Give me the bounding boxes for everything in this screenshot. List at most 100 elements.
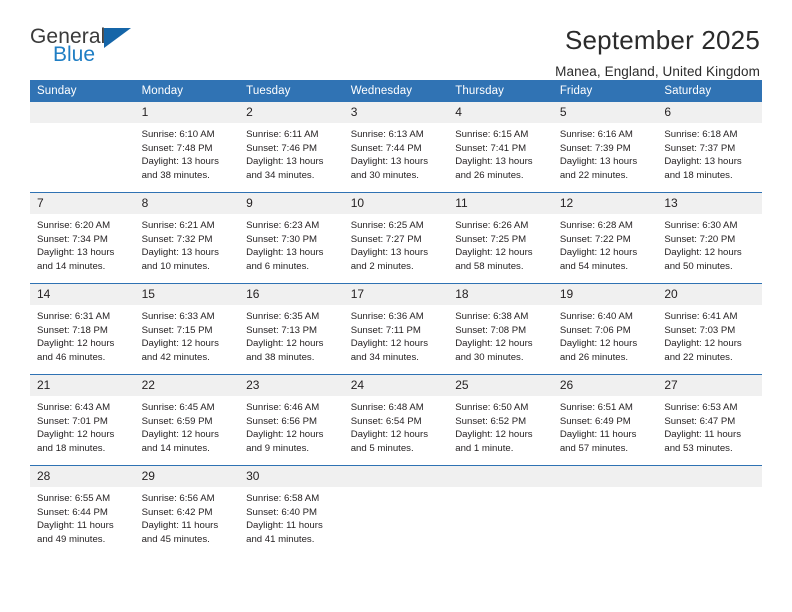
calendar-day-cell[interactable]: 13 Sunrise: 6:30 AM Sunset: 7:20 PM Dayligh… — [657, 192, 762, 284]
day-sun-details: Sunrise: 6:30 AM Sunset: 7:20 PM Daylight:… — [657, 214, 762, 273]
brand-logo[interactable]: General Blue — [30, 26, 142, 76]
weekday-header-monday: Monday — [134, 80, 240, 102]
day-number: 26 — [552, 375, 658, 396]
calendar-day-cell[interactable]: 10 Sunrise: 6:25 AM Sunset: 7:27 PM Dayligh… — [343, 192, 449, 284]
day-detail-line: and 42 minutes. — [141, 351, 210, 363]
calendar-day-cell[interactable]: 23 Sunrise: 6:46 AM Sunset: 6:56 PM Dayligh… — [239, 374, 344, 466]
calendar-day-cell[interactable]: 5 Sunrise: 6:16 AM Sunset: 7:39 PM Daylight… — [552, 102, 658, 193]
calendar-day-cell[interactable]: 6 Sunrise: 6:18 AM Sunset: 7:37 PM Daylight… — [657, 102, 762, 193]
day-detail-line: Sunset: 6:54 PM — [350, 415, 422, 427]
calendar-day-cell[interactable]: 16 Sunrise: 6:35 AM Sunset: 7:13 PM Dayligh… — [239, 283, 344, 375]
day-detail-line: Daylight: 12 hours — [37, 338, 115, 350]
calendar-day-cell[interactable]: 3 Sunrise: 6:13 AM Sunset: 7:44 PM Daylight… — [343, 102, 449, 193]
day-cell-content — [448, 466, 553, 556]
day-cell-content: 12 Sunrise: 6:28 AM Sunset: 7:22 PM Dayligh… — [552, 193, 658, 283]
day-detail-line: Sunrise: 6:38 AM — [455, 311, 529, 322]
day-detail-line: and 22 minutes. — [664, 351, 733, 363]
day-number — [448, 466, 553, 487]
day-detail-line: and 34 minutes. — [246, 169, 315, 181]
day-detail-line: Sunrise: 6:30 AM — [664, 220, 738, 231]
day-detail-line: Sunset: 6:56 PM — [246, 415, 318, 427]
day-number: 30 — [239, 466, 344, 487]
day-cell-content — [657, 466, 762, 556]
day-detail-line: Sunrise: 6:13 AM — [350, 129, 424, 140]
calendar-day-cell[interactable]: 26 Sunrise: 6:51 AM Sunset: 6:49 PM Dayligh… — [552, 374, 658, 466]
day-detail-line: Sunset: 7:15 PM — [141, 324, 213, 336]
day-detail-line: Daylight: 12 hours — [664, 338, 742, 350]
calendar-day-cell[interactable]: 19 Sunrise: 6:40 AM Sunset: 7:06 PM Dayligh… — [552, 283, 658, 375]
day-detail-line: Daylight: 12 hours — [664, 247, 742, 259]
day-detail-line: and 14 minutes. — [37, 260, 106, 272]
day-detail-line: and 30 minutes. — [455, 351, 524, 363]
calendar-day-cell[interactable]: 9 Sunrise: 6:23 AM Sunset: 7:30 PM Daylight… — [239, 192, 344, 284]
day-number: 28 — [30, 466, 135, 487]
day-detail-line: Sunrise: 6:53 AM — [664, 402, 738, 413]
day-detail-line: Sunrise: 6:10 AM — [141, 129, 215, 140]
day-cell-content: 8 Sunrise: 6:21 AM Sunset: 7:32 PM Daylight… — [134, 193, 240, 283]
day-detail-line: Daylight: 12 hours — [37, 429, 115, 441]
calendar-day-cell[interactable]: 4 Sunrise: 6:15 AM Sunset: 7:41 PM Daylight… — [448, 102, 553, 193]
day-cell-content: 7 Sunrise: 6:20 AM Sunset: 7:34 PM Daylight… — [30, 193, 135, 283]
calendar-day-cell[interactable]: 1 Sunrise: 6:10 AM Sunset: 7:48 PM Daylight… — [134, 102, 240, 193]
day-number: 8 — [134, 193, 240, 214]
day-detail-line: Daylight: 12 hours — [350, 338, 429, 350]
calendar-day-cell[interactable]: 7 Sunrise: 6:20 AM Sunset: 7:34 PM Daylight… — [30, 192, 135, 284]
day-number: 18 — [448, 284, 553, 305]
day-number: 21 — [30, 375, 135, 396]
day-sun-details: Sunrise: 6:35 AM Sunset: 7:13 PM Daylight:… — [239, 305, 344, 364]
day-number — [30, 102, 135, 123]
day-number: 10 — [343, 193, 449, 214]
day-sun-details: Sunrise: 6:21 AM Sunset: 7:32 PM Daylight:… — [135, 214, 240, 273]
day-sun-details: Sunrise: 6:33 AM Sunset: 7:15 PM Daylight:… — [135, 305, 240, 364]
day-sun-details: Sunrise: 6:26 AM Sunset: 7:25 PM Daylight:… — [448, 214, 553, 273]
page-header: General Blue September 2025 Manea, Engla… — [30, 0, 762, 79]
day-detail-line: Sunrise: 6:28 AM — [559, 220, 633, 231]
day-detail-line: Sunrise: 6:33 AM — [141, 311, 215, 322]
calendar-day-cell[interactable]: 21 Sunrise: 6:43 AM Sunset: 7:01 PM Dayligh… — [30, 374, 135, 466]
calendar-day-cell[interactable]: 2 Sunrise: 6:11 AM Sunset: 7:46 PM Daylight… — [239, 102, 344, 193]
day-sun-details: Sunrise: 6:58 AM Sunset: 6:40 PM Daylight:… — [239, 487, 344, 546]
day-detail-line: Sunset: 7:30 PM — [246, 233, 318, 245]
calendar-day-cell[interactable]: 30 Sunrise: 6:58 AM Sunset: 6:40 PM Dayligh… — [239, 465, 344, 556]
calendar-day-cell[interactable]: 25 Sunrise: 6:50 AM Sunset: 6:52 PM Dayligh… — [448, 374, 553, 466]
day-sun-details: Sunrise: 6:20 AM Sunset: 7:34 PM Daylight:… — [30, 214, 135, 273]
day-detail-line: Sunrise: 6:20 AM — [37, 220, 111, 231]
day-detail-line: Sunrise: 6:48 AM — [350, 402, 424, 413]
day-detail-line: and 46 minutes. — [37, 351, 106, 363]
calendar-day-cell[interactable]: 22 Sunrise: 6:45 AM Sunset: 6:59 PM Dayligh… — [134, 374, 240, 466]
calendar-day-cell[interactable]: 8 Sunrise: 6:21 AM Sunset: 7:32 PM Daylight… — [134, 192, 240, 284]
day-detail-line: Sunrise: 6:15 AM — [455, 129, 529, 140]
day-cell-content: 28 Sunrise: 6:55 AM Sunset: 6:44 PM Dayligh… — [30, 466, 135, 556]
weekday-header-friday: Friday — [552, 80, 658, 102]
calendar-day-cell[interactable]: 29 Sunrise: 6:56 AM Sunset: 6:42 PM Dayligh… — [134, 465, 240, 556]
day-sun-details — [657, 487, 762, 492]
day-detail-line: Daylight: 13 hours — [559, 156, 638, 168]
day-number: 11 — [448, 193, 553, 214]
day-cell-content: 27 Sunrise: 6:53 AM Sunset: 6:47 PM Dayligh… — [657, 375, 762, 465]
day-number: 14 — [30, 284, 135, 305]
calendar-day-cell[interactable]: 18 Sunrise: 6:38 AM Sunset: 7:08 PM Dayligh… — [448, 283, 553, 375]
day-detail-line: and 53 minutes. — [664, 442, 733, 454]
calendar-day-cell[interactable]: 28 Sunrise: 6:55 AM Sunset: 6:44 PM Dayligh… — [30, 465, 135, 556]
calendar-day-cell[interactable]: 14 Sunrise: 6:31 AM Sunset: 7:18 PM Dayligh… — [30, 283, 135, 375]
day-sun-details: Sunrise: 6:13 AM Sunset: 7:44 PM Daylight:… — [344, 123, 449, 182]
calendar-day-cell[interactable]: 15 Sunrise: 6:33 AM Sunset: 7:15 PM Dayligh… — [134, 283, 240, 375]
calendar-day-cell[interactable]: 20 Sunrise: 6:41 AM Sunset: 7:03 PM Dayligh… — [657, 283, 762, 375]
day-number: 22 — [134, 375, 240, 396]
day-sun-details: Sunrise: 6:43 AM Sunset: 7:01 PM Daylight:… — [30, 396, 135, 455]
calendar-day-cell[interactable]: 24 Sunrise: 6:48 AM Sunset: 6:54 PM Dayligh… — [343, 374, 449, 466]
day-detail-line: Sunset: 6:40 PM — [246, 506, 318, 518]
day-sun-details: Sunrise: 6:15 AM Sunset: 7:41 PM Daylight:… — [448, 123, 553, 182]
day-detail-line: Sunrise: 6:46 AM — [246, 402, 320, 413]
calendar-day-cell[interactable]: 11 Sunrise: 6:26 AM Sunset: 7:25 PM Dayligh… — [448, 192, 553, 284]
calendar-day-cell[interactable]: 27 Sunrise: 6:53 AM Sunset: 6:47 PM Dayligh… — [657, 374, 762, 466]
day-detail-line: Sunrise: 6:56 AM — [141, 493, 215, 504]
day-cell-content: 25 Sunrise: 6:50 AM Sunset: 6:52 PM Dayligh… — [448, 375, 553, 465]
day-cell-content — [343, 466, 449, 556]
day-number: 2 — [239, 102, 344, 123]
day-detail-line: Sunrise: 6:43 AM — [37, 402, 111, 413]
calendar-day-cell[interactable]: 17 Sunrise: 6:36 AM Sunset: 7:11 PM Dayligh… — [343, 283, 449, 375]
calendar-day-cell[interactable]: 12 Sunrise: 6:28 AM Sunset: 7:22 PM Dayligh… — [552, 192, 658, 284]
day-cell-content: 6 Sunrise: 6:18 AM Sunset: 7:37 PM Daylight… — [657, 102, 762, 192]
day-detail-line: Daylight: 11 hours — [559, 429, 637, 441]
